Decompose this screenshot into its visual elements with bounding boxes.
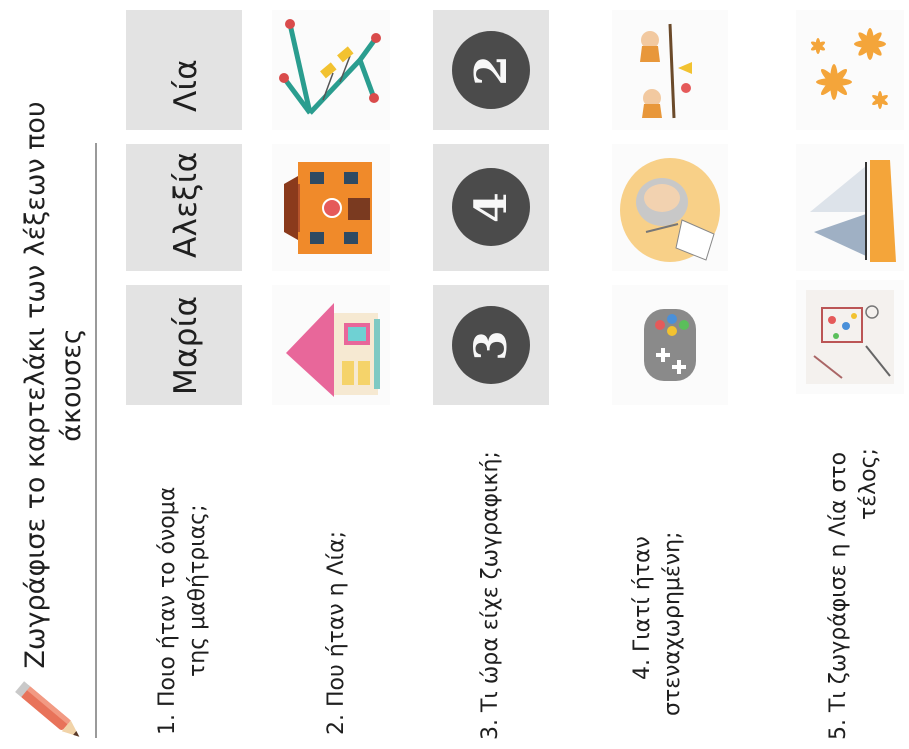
question-1-line-1: 1. Ποιο ήταν το όνομα bbox=[155, 486, 180, 735]
cell-swing[interactable] bbox=[272, 10, 390, 130]
cell-school[interactable] bbox=[272, 144, 390, 271]
cell-kids-drawing[interactable] bbox=[796, 280, 904, 394]
question-2: 2. Που ήταν η Λία; bbox=[322, 435, 352, 735]
title-line-1: Ζωγράφισε το καρτελάκι των λέξεων που bbox=[20, 101, 51, 669]
title-line-2: άκουσες bbox=[56, 328, 87, 442]
question-4-line-1: 4. Γιατί ήταν bbox=[630, 536, 655, 680]
question-1: 1. Ποιο ήταν το όνομα της μαθήτριας; bbox=[153, 435, 213, 735]
house-icon bbox=[286, 303, 380, 397]
cell-sad-girl[interactable] bbox=[612, 144, 728, 271]
cell-game-controller[interactable] bbox=[612, 285, 728, 405]
name-cell-maria[interactable]: Μαρία bbox=[126, 285, 242, 405]
sailboat-icon bbox=[810, 160, 896, 262]
question-4: 4. Γιατί ήταν στεναχωρημένη; bbox=[628, 466, 688, 716]
swing-icon bbox=[279, 19, 381, 115]
flowers-icon bbox=[810, 28, 888, 109]
title-block: Ζωγράφισε το καρτελάκι των λέξεων που άκ… bbox=[18, 35, 90, 735]
number-circle-2: 2 bbox=[452, 31, 530, 109]
cell-number-2[interactable]: 2 bbox=[433, 10, 549, 130]
number-circle-4: 4 bbox=[452, 168, 530, 246]
pencil-icon bbox=[15, 681, 80, 737]
cell-flowers[interactable] bbox=[796, 10, 904, 130]
name-label-maria: Μαρία bbox=[168, 295, 204, 395]
sad-girl-icon bbox=[620, 158, 720, 262]
cell-house[interactable] bbox=[272, 285, 390, 405]
question-1-line-2: της μαθήτριας; bbox=[185, 504, 210, 677]
cell-seesaw[interactable] bbox=[612, 10, 728, 130]
question-3-line-1: 3. Τι ώρα είχε ζωγραφική; bbox=[478, 451, 503, 740]
school-icon bbox=[284, 162, 372, 254]
children-seesaw-icon bbox=[640, 23, 692, 119]
question-5-line-1: 5. Τι ζωγράφισε η Λία στο bbox=[826, 451, 851, 740]
kids-drawing-icon bbox=[806, 290, 894, 384]
cell-sailboat[interactable] bbox=[796, 144, 904, 271]
name-label-alexia: Αλεξία bbox=[168, 151, 204, 258]
number-circle-3: 3 bbox=[452, 306, 530, 384]
name-cell-alexia[interactable]: Αλεξία bbox=[126, 144, 242, 271]
question-5-line-2: τέλος; bbox=[856, 448, 881, 520]
game-controller-icon bbox=[644, 309, 696, 381]
worksheet-page: { "title": { "line1": "Ζωγράφισε το καρτ… bbox=[0, 0, 909, 749]
name-label-lia: Λία bbox=[168, 58, 204, 112]
question-3: 3. Τι ώρα είχε ζωγραφική; bbox=[476, 420, 506, 740]
cell-number-3[interactable]: 3 bbox=[433, 285, 549, 405]
question-5: 5. Τι ζωγράφισε η Λία στο τέλος; bbox=[824, 410, 884, 740]
name-cell-lia[interactable]: Λία bbox=[126, 10, 242, 130]
question-2-line-1: 2. Που ήταν η Λία; bbox=[324, 530, 349, 735]
title-divider bbox=[95, 143, 97, 738]
question-4-line-2: στεναχωρημένη; bbox=[660, 531, 685, 716]
cell-number-4[interactable]: 4 bbox=[433, 144, 549, 271]
